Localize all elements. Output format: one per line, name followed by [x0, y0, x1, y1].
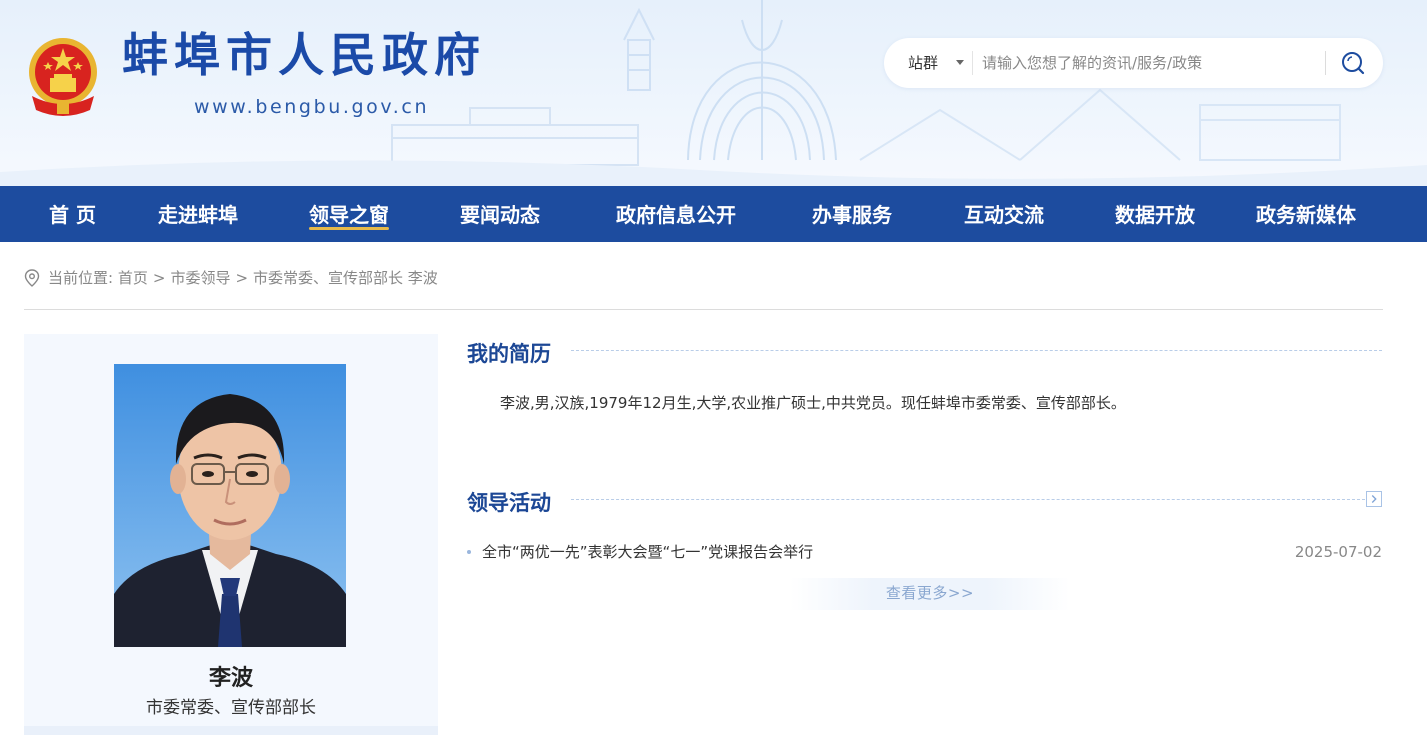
profile-card: 李波 市委常委、宣传部部长: [24, 334, 438, 735]
nav-item-leaders[interactable]: 领导之窗: [309, 186, 389, 242]
site-header: 蚌埠市人民政府 www.bengbu.gov.cn 站群: [0, 0, 1427, 186]
breadcrumb-divider: [24, 309, 1383, 310]
resume-text: 李波,男,汉族,1979年12月生,大学,农业推广硕士,中共党员。现任蚌埠市委常…: [500, 394, 1126, 412]
view-more-link[interactable]: 查看更多>>: [790, 578, 1070, 610]
location-pin-icon: [24, 269, 40, 287]
main-nav: 首 页 走进蚌埠 领导之窗 要闻动态 政府信息公开 办事服务 互动交流 数据开放…: [0, 186, 1427, 242]
card-bottom-strip: [24, 726, 438, 735]
site-url: www.bengbu.gov.cn: [194, 96, 430, 118]
breadcrumb-separator: >: [152, 269, 166, 287]
search-scope-select[interactable]: 站群: [908, 38, 938, 88]
breadcrumb-link-home[interactable]: 首页: [118, 269, 148, 287]
activities-heading: 领导活动: [467, 491, 551, 515]
breadcrumb-separator: >: [235, 269, 249, 287]
leader-name: 李波: [208, 666, 253, 691]
nav-item-open-data[interactable]: 数据开放: [1115, 186, 1195, 242]
nav-item-label: 政府信息公开: [616, 203, 736, 227]
nav-item-news[interactable]: 要闻动态: [460, 186, 540, 242]
activity-link[interactable]: 全市“两优一先”表彰大会暨“七一”党课报告会举行: [482, 540, 813, 564]
breadcrumb-current[interactable]: 市委常委、宣传部部长 李波: [253, 269, 438, 287]
activities-heading-line: [571, 499, 1365, 500]
search-input[interactable]: [982, 48, 1312, 78]
nav-item-interaction[interactable]: 互动交流: [964, 186, 1044, 242]
resume-heading-line: [571, 350, 1382, 351]
breadcrumb-link-city-leaders[interactable]: 市委领导: [170, 269, 230, 287]
nav-item-label: 走进蚌埠: [158, 203, 238, 227]
search-divider: [1325, 51, 1326, 75]
nav-item-label: 首 页: [49, 203, 96, 227]
site-title[interactable]: 蚌埠市人民政府: [122, 32, 486, 78]
search-icon[interactable]: [1340, 50, 1366, 76]
nav-item-gov-info[interactable]: 政府信息公开: [616, 186, 736, 242]
nav-item-home[interactable]: 首 页: [49, 186, 96, 242]
nav-item-new-media[interactable]: 政务新媒体: [1256, 186, 1356, 242]
chevron-down-icon[interactable]: [956, 60, 964, 65]
nav-item-label: 政务新媒体: [1256, 203, 1356, 227]
resume-heading: 我的简历: [467, 342, 551, 366]
national-emblem-icon: [29, 38, 97, 116]
activity-date: 2025-07-02: [1294, 543, 1382, 561]
nav-item-services[interactable]: 办事服务: [812, 186, 892, 242]
active-underline: [309, 227, 389, 230]
nav-item-label: 领导之窗: [309, 203, 389, 227]
nav-item-about-bengbu[interactable]: 走进蚌埠: [158, 186, 238, 242]
leader-portrait-photo: [114, 364, 346, 647]
search-box: 站群: [884, 38, 1383, 88]
nav-item-label: 要闻动态: [460, 203, 540, 227]
bullet-dot-icon: [467, 550, 471, 554]
breadcrumb-prefix: 当前位置:: [48, 269, 114, 287]
search-divider: [972, 51, 973, 75]
leader-title: 市委常委、宣传部部长: [146, 698, 316, 718]
nav-item-label: 互动交流: [964, 203, 1044, 227]
nav-item-label: 办事服务: [812, 203, 892, 227]
chevron-right-icon[interactable]: [1366, 491, 1382, 507]
nav-item-label: 数据开放: [1115, 203, 1195, 227]
